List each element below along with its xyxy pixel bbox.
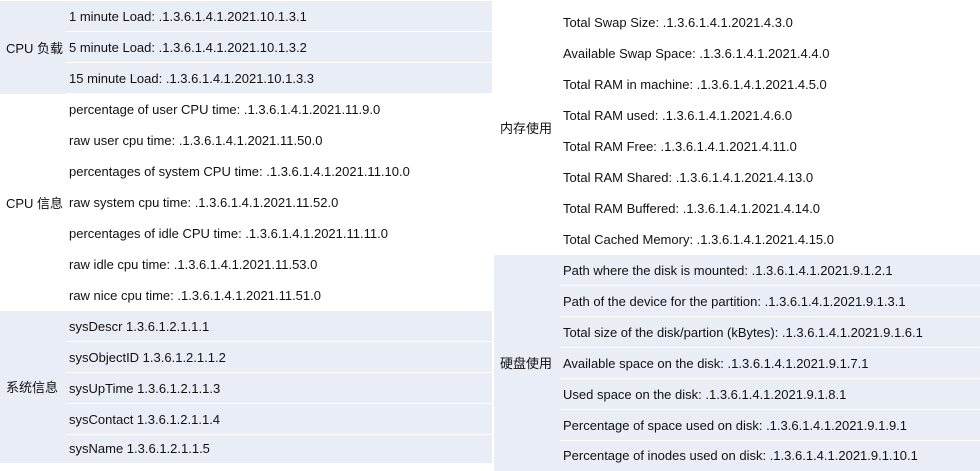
table-row: Percentage of inodes used on disk: .1.3.… xyxy=(494,440,980,471)
category-cpu-load: CPU 负载 xyxy=(6,40,64,56)
table-row: sysObjectID 1.3.6.1.2.1.1.2 xyxy=(0,341,492,373)
oid-entry: Total Swap Size: .1.3.6.1.4.1.2021.4.3.0 xyxy=(560,0,980,38)
oid-entry: raw user cpu time: .1.3.6.1.4.1.2021.11.… xyxy=(66,124,492,156)
oid-entry: Total RAM Buffered: .1.3.6.1.4.1.2021.4.… xyxy=(560,192,980,224)
oid-entry: Total RAM in machine: .1.3.6.1.4.1.2021.… xyxy=(560,68,980,100)
table-row: CPU 负载 1 minute Load: .1.3.6.1.4.1.2021.… xyxy=(0,0,492,56)
oid-entry: sysDescr 1.3.6.1.2.1.1.1 xyxy=(66,310,492,342)
oid-entry: Total size of the disk/partion (kBytes):… xyxy=(560,316,980,348)
oid-entry: raw system cpu time: .1.3.6.1.4.1.2021.1… xyxy=(66,186,492,218)
oid-entry: sysUpTime 1.3.6.1.2.1.1.3 xyxy=(66,372,492,404)
oid-entry: percentages of idle CPU time: .1.3.6.1.4… xyxy=(66,217,492,249)
table-row: 硬盘使用 Path where the disk is mounted: .1.… xyxy=(494,254,980,371)
right-table: 内存使用 Total Swap Size: .1.3.6.1.4.1.2021.… xyxy=(494,0,980,471)
oid-entry: Percentage of inodes used on disk: .1.3.… xyxy=(560,440,980,471)
oid-reference-table: CPU 负载 1 minute Load: .1.3.6.1.4.1.2021.… xyxy=(0,0,980,471)
table-row: Total Cached Memory: .1.3.6.1.4.1.2021.4… xyxy=(494,223,980,255)
table-row: Total RAM in machine: .1.3.6.1.4.1.2021.… xyxy=(494,68,980,100)
oid-entry: Total RAM used: .1.3.6.1.4.1.2021.4.6.0 xyxy=(560,99,980,131)
table-row: percentages of idle CPU time: .1.3.6.1.4… xyxy=(0,217,492,249)
table-row: Total RAM Buffered: .1.3.6.1.4.1.2021.4.… xyxy=(494,192,980,224)
table-row: percentages of system CPU time: .1.3.6.1… xyxy=(0,155,492,187)
table-row: raw system cpu time: .1.3.6.1.4.1.2021.1… xyxy=(0,186,492,218)
table-row: Available Swap Space: .1.3.6.1.4.1.2021.… xyxy=(494,37,980,69)
oid-entry: percentage of user CPU time: .1.3.6.1.4.… xyxy=(66,93,492,125)
category-system-info: 系统信息 xyxy=(6,380,59,395)
oid-entry: raw nice cpu time: .1.3.6.1.4.1.2021.11.… xyxy=(66,279,492,311)
table-row: Total RAM Free: .1.3.6.1.4.1.2021.4.11.0 xyxy=(494,130,980,162)
table-row: 系统信息 sysDescr 1.3.6.1.2.1.1.1 xyxy=(0,310,492,395)
category-disk-usage: 硬盘使用 xyxy=(500,356,553,371)
table-row: sysUpTime 1.3.6.1.2.1.1.3 xyxy=(0,372,492,404)
oid-entry: Path of the device for the partition: .1… xyxy=(560,285,980,317)
oid-entry: percentages of system CPU time: .1.3.6.1… xyxy=(66,155,492,187)
table-row: sysName 1.3.6.1.2.1.1.5 xyxy=(0,434,492,463)
table-row: raw nice cpu time: .1.3.6.1.4.1.2021.11.… xyxy=(0,279,492,311)
table-row: 15 minute Load: .1.3.6.1.4.1.2021.10.1.3… xyxy=(0,62,492,94)
oid-entry: Available Swap Space: .1.3.6.1.4.1.2021.… xyxy=(560,37,980,69)
left-table: CPU 负载 1 minute Load: .1.3.6.1.4.1.2021.… xyxy=(0,0,492,463)
table-row: Total size of the disk/partion (kBytes):… xyxy=(494,316,980,348)
oid-entry: 1 minute Load: .1.3.6.1.4.1.2021.10.1.3.… xyxy=(66,0,492,32)
oid-entry: sysObjectID 1.3.6.1.2.1.1.2 xyxy=(66,341,492,373)
oid-entry: Available space on the disk: .1.3.6.1.4.… xyxy=(560,347,980,379)
oid-entry: Used space on the disk: .1.3.6.1.4.1.202… xyxy=(560,378,980,410)
oid-entry: sysContact 1.3.6.1.2.1.1.4 xyxy=(66,403,492,435)
oid-entry: 5 minute Load: .1.3.6.1.4.1.2021.10.1.3.… xyxy=(66,31,492,63)
table-row: Percentage of space used on disk: .1.3.6… xyxy=(494,409,980,441)
oid-entry: sysName 1.3.6.1.2.1.1.5 xyxy=(66,434,492,463)
table-row: raw user cpu time: .1.3.6.1.4.1.2021.11.… xyxy=(0,124,492,156)
oid-entry: Total Cached Memory: .1.3.6.1.4.1.2021.4… xyxy=(560,223,980,255)
table-row: Used space on the disk: .1.3.6.1.4.1.202… xyxy=(494,378,980,410)
table-row: Available space on the disk: .1.3.6.1.4.… xyxy=(494,347,980,379)
oid-entry: Total RAM Free: .1.3.6.1.4.1.2021.4.11.0 xyxy=(560,130,980,162)
oid-entry: 15 minute Load: .1.3.6.1.4.1.2021.10.1.3… xyxy=(66,62,492,94)
table-row: Total RAM used: .1.3.6.1.4.1.2021.4.6.0 xyxy=(494,99,980,131)
category-cpu-info: CPU 信息 xyxy=(6,195,64,211)
oid-entry: Percentage of space used on disk: .1.3.6… xyxy=(560,409,980,441)
table-row: raw idle cpu time: .1.3.6.1.4.1.2021.11.… xyxy=(0,248,492,280)
table-row: 5 minute Load: .1.3.6.1.4.1.2021.10.1.3.… xyxy=(0,31,492,63)
table-row: Total RAM Shared: .1.3.6.1.4.1.2021.4.13… xyxy=(494,161,980,193)
oid-entry: raw idle cpu time: .1.3.6.1.4.1.2021.11.… xyxy=(66,248,492,280)
table-row: 内存使用 Total Swap Size: .1.3.6.1.4.1.2021.… xyxy=(494,0,980,136)
table-row: sysContact 1.3.6.1.2.1.1.4 xyxy=(0,403,492,435)
table-row: CPU 信息 percentage of user CPU time: .1.3… xyxy=(0,93,492,211)
table-row: Path of the device for the partition: .1… xyxy=(494,285,980,317)
oid-entry: Path where the disk is mounted: .1.3.6.1… xyxy=(560,254,980,286)
oid-entry: Total RAM Shared: .1.3.6.1.4.1.2021.4.13… xyxy=(560,161,980,193)
category-memory-usage: 内存使用 xyxy=(500,121,553,136)
